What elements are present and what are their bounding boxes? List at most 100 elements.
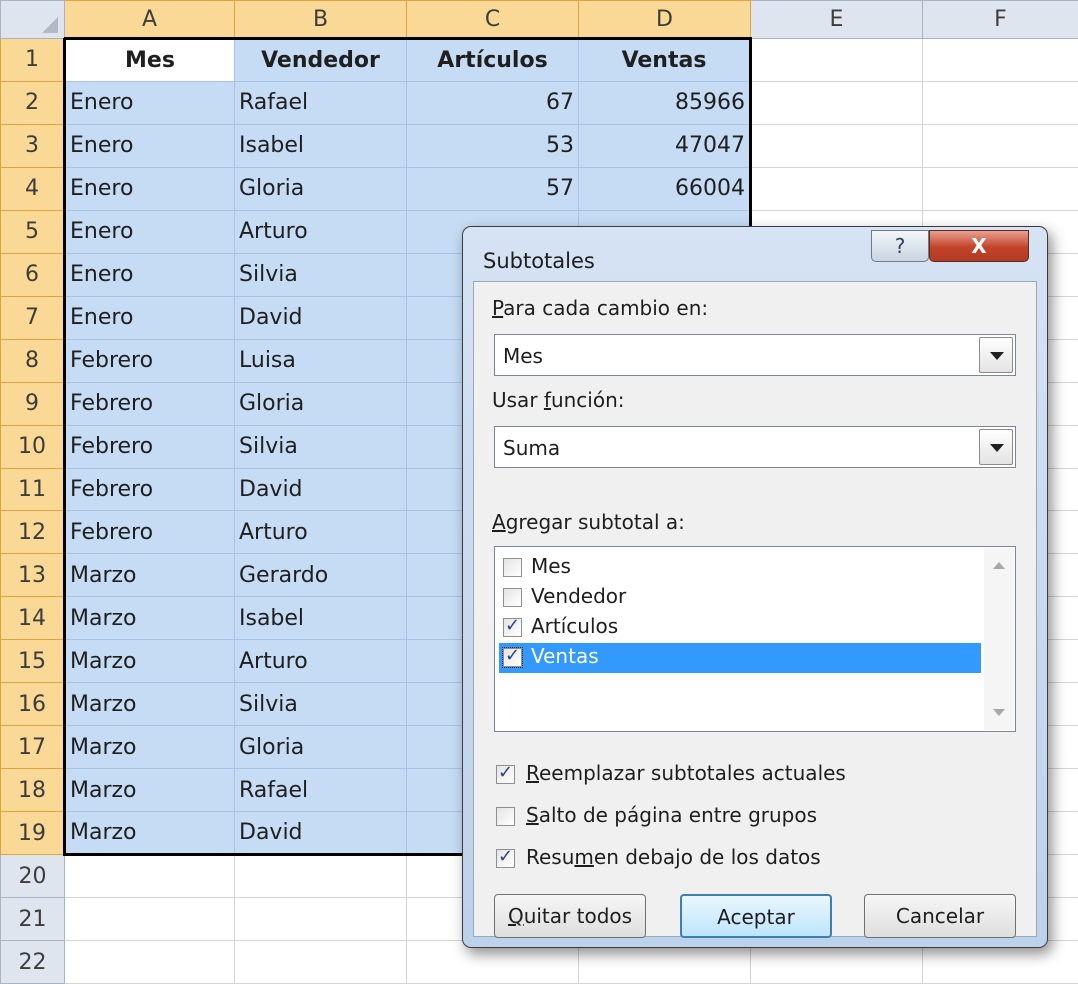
checkbox-ventas[interactable] bbox=[502, 645, 523, 668]
row-header[interactable]: 20 bbox=[0, 854, 65, 899]
cell[interactable] bbox=[922, 80, 1078, 125]
row-header[interactable]: 1 bbox=[0, 38, 65, 82]
cell[interactable]: 53 bbox=[406, 123, 579, 168]
row-header[interactable]: 8 bbox=[0, 338, 65, 383]
cell[interactable]: Enero bbox=[63, 80, 235, 125]
cell[interactable]: Silvia bbox=[234, 252, 407, 297]
cell[interactable]: 57 bbox=[406, 166, 579, 211]
list-item-articulos[interactable]: Artículos bbox=[499, 613, 981, 643]
cell[interactable]: Febrero bbox=[63, 510, 235, 555]
list-item-mes[interactable]: Mes bbox=[499, 553, 981, 583]
cell[interactable] bbox=[750, 80, 923, 125]
column-title-cell[interactable]: Artículos bbox=[406, 37, 579, 82]
cell[interactable]: Enero bbox=[63, 252, 235, 297]
cell[interactable]: Marzo bbox=[63, 811, 235, 857]
checkbox-mes[interactable] bbox=[503, 558, 522, 577]
cell[interactable] bbox=[234, 854, 407, 899]
cancelar-button[interactable]: Cancelar bbox=[864, 894, 1016, 938]
cell[interactable] bbox=[750, 38, 923, 82]
cell[interactable]: David bbox=[234, 295, 407, 340]
column-title-cell[interactable]: Vendedor bbox=[234, 37, 407, 82]
select-all-corner[interactable] bbox=[0, 0, 65, 39]
cell[interactable] bbox=[922, 123, 1078, 168]
row-header[interactable]: 4 bbox=[0, 166, 65, 211]
row-header[interactable]: 18 bbox=[0, 768, 65, 813]
checkbox-reemplazar[interactable] bbox=[496, 762, 515, 784]
aceptar-button[interactable]: Aceptar bbox=[680, 894, 832, 938]
column-header-e[interactable]: E bbox=[750, 0, 923, 39]
cell[interactable]: Gloria bbox=[234, 166, 407, 211]
cell[interactable] bbox=[922, 166, 1078, 211]
row-header[interactable]: 11 bbox=[0, 467, 65, 512]
row-header[interactable]: 13 bbox=[0, 553, 65, 598]
para-cada-cambio-select[interactable]: Mes bbox=[494, 334, 1016, 376]
cell[interactable]: Arturo bbox=[234, 510, 407, 555]
column-header-a[interactable]: A bbox=[64, 0, 235, 39]
list-item-ventas[interactable]: Ventas bbox=[499, 643, 981, 673]
column-title-cell[interactable]: Mes bbox=[63, 37, 235, 82]
dropdown-arrow-icon[interactable] bbox=[979, 337, 1013, 373]
cell[interactable]: Silvia bbox=[234, 682, 407, 727]
cell[interactable]: Marzo bbox=[63, 682, 235, 727]
row-header[interactable]: 22 bbox=[0, 940, 65, 984]
cell[interactable] bbox=[234, 940, 407, 984]
row-header[interactable]: 9 bbox=[0, 381, 65, 426]
cell[interactable]: Febrero bbox=[63, 381, 235, 426]
cell[interactable]: 66004 bbox=[578, 166, 752, 211]
row-header[interactable]: 5 bbox=[0, 209, 65, 254]
column-header-d[interactable]: D bbox=[578, 0, 751, 39]
cell[interactable]: Arturo bbox=[234, 639, 407, 684]
scroll-up-arrow-icon[interactable] bbox=[993, 562, 1005, 569]
cell[interactable] bbox=[922, 38, 1078, 82]
cell[interactable] bbox=[64, 940, 235, 984]
cell[interactable]: 47047 bbox=[578, 123, 752, 168]
checkbox-salto-de-pagina[interactable] bbox=[496, 807, 515, 826]
cell[interactable]: 85966 bbox=[578, 80, 752, 125]
cell[interactable] bbox=[750, 123, 923, 168]
quitar-todos-button[interactable]: Quitar todos bbox=[494, 894, 646, 938]
row-header[interactable]: 17 bbox=[0, 725, 65, 770]
checkbox-resumen-debajo[interactable] bbox=[496, 846, 515, 868]
cell[interactable]: Rafael bbox=[234, 768, 407, 813]
scroll-down-arrow-icon[interactable] bbox=[993, 709, 1005, 716]
cell[interactable]: Marzo bbox=[63, 768, 235, 813]
cell[interactable]: Febrero bbox=[63, 424, 235, 469]
cell[interactable]: Gerardo bbox=[234, 553, 407, 598]
row-header[interactable]: 2 bbox=[0, 80, 65, 125]
list-scrollbar[interactable] bbox=[984, 548, 1014, 730]
cell[interactable]: Enero bbox=[63, 123, 235, 168]
cell[interactable]: Isabel bbox=[234, 596, 407, 641]
checkbox-articulos[interactable] bbox=[503, 615, 522, 637]
cell[interactable]: Febrero bbox=[63, 467, 235, 512]
column-header-b[interactable]: B bbox=[234, 0, 407, 39]
cell[interactable]: Marzo bbox=[63, 725, 235, 770]
cell[interactable]: Arturo bbox=[234, 209, 407, 254]
agregar-subtotal-listbox[interactable]: Mes Vendedor Artículos Ventas bbox=[494, 546, 1016, 732]
row-header[interactable]: 10 bbox=[0, 424, 65, 469]
row-header[interactable]: 7 bbox=[0, 295, 65, 340]
cell[interactable]: Isabel bbox=[234, 123, 407, 168]
cell[interactable]: Febrero bbox=[63, 338, 235, 383]
cell[interactable]: Enero bbox=[63, 295, 235, 340]
cell[interactable] bbox=[750, 166, 923, 211]
cell[interactable] bbox=[234, 897, 407, 942]
checkbox-vendedor[interactable] bbox=[503, 588, 522, 607]
cell[interactable]: David bbox=[234, 811, 407, 857]
cell[interactable]: Enero bbox=[63, 166, 235, 211]
row-header[interactable]: 3 bbox=[0, 123, 65, 168]
row-header[interactable]: 6 bbox=[0, 252, 65, 297]
cell[interactable]: Luisa bbox=[234, 338, 407, 383]
cell[interactable]: Marzo bbox=[63, 596, 235, 641]
column-header-f[interactable]: F bbox=[922, 0, 1078, 39]
row-header[interactable]: 16 bbox=[0, 682, 65, 727]
cell[interactable]: 67 bbox=[406, 80, 579, 125]
cell[interactable]: Enero bbox=[63, 209, 235, 254]
help-button[interactable]: ? bbox=[871, 230, 929, 262]
cell[interactable]: Gloria bbox=[234, 725, 407, 770]
row-header[interactable]: 21 bbox=[0, 897, 65, 942]
cell[interactable]: Marzo bbox=[63, 639, 235, 684]
row-header[interactable]: 19 bbox=[0, 811, 65, 856]
column-header-c[interactable]: C bbox=[406, 0, 579, 39]
cell[interactable]: David bbox=[234, 467, 407, 512]
list-item-vendedor[interactable]: Vendedor bbox=[499, 583, 981, 613]
